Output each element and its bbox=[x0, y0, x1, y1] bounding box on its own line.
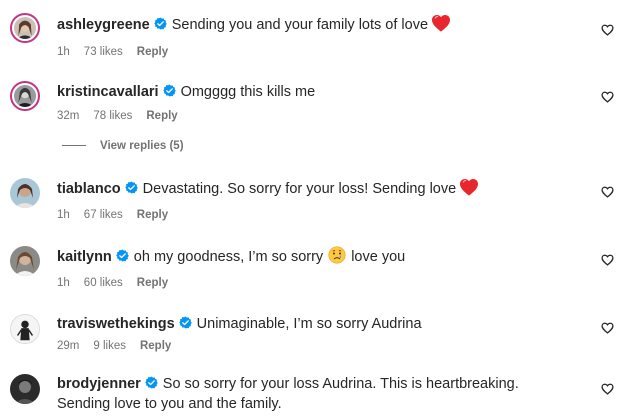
comment-text-line: tiablanco Devastating. So sorry for your … bbox=[57, 178, 594, 199]
view-replies-button[interactable]: View replies (5) bbox=[62, 140, 184, 152]
avatar[interactable] bbox=[10, 374, 40, 404]
divider bbox=[62, 145, 86, 147]
avatar[interactable] bbox=[10, 13, 40, 43]
username[interactable]: traviswethekings bbox=[57, 316, 175, 332]
avatar[interactable] bbox=[10, 314, 40, 344]
comment-text-line: brodyjenner So so sorry for your loss Aud… bbox=[57, 374, 574, 414]
reply-button[interactable]: Reply bbox=[146, 110, 177, 122]
heart-outline-icon[interactable] bbox=[601, 254, 614, 266]
comment-body: Unimaginable, I’m so sorry Audrina bbox=[196, 316, 422, 332]
timestamp: 29m bbox=[57, 340, 80, 352]
verified-badge-icon bbox=[153, 17, 167, 30]
verified-badge-icon bbox=[162, 84, 176, 97]
comment-meta: 32m 78 likes Reply bbox=[57, 109, 192, 123]
reply-button[interactable]: Reply bbox=[137, 277, 168, 289]
reply-button[interactable]: Reply bbox=[137, 46, 168, 58]
username[interactable]: kristincavallari bbox=[57, 84, 159, 100]
verified-badge-icon bbox=[116, 249, 129, 262]
timestamp: 1h bbox=[57, 209, 70, 221]
reply-button[interactable]: Reply bbox=[137, 209, 168, 221]
comment-meta: 29m 9 likes Reply bbox=[57, 339, 185, 353]
comment-body: oh my goodness, I’m so sorry bbox=[133, 249, 324, 265]
red-heart-emoji-icon bbox=[431, 14, 451, 32]
likes-count[interactable]: 60 likes bbox=[84, 277, 123, 289]
username[interactable]: tiablanco bbox=[57, 181, 121, 197]
likes-count[interactable]: 67 likes bbox=[84, 209, 123, 221]
username[interactable]: brodyjenner bbox=[57, 376, 141, 392]
crying-face-emoji-icon bbox=[327, 246, 347, 264]
verified-badge-icon bbox=[178, 316, 192, 329]
view-replies-label: View replies (5) bbox=[100, 140, 184, 152]
comment-body-continued: love you bbox=[351, 249, 406, 265]
comment-body: Omgggg this kills me bbox=[180, 84, 316, 100]
comment-text-line: kaitlynn oh my goodness, I’m so sorry love… bbox=[57, 246, 594, 267]
comment-body: Devastating. So sorry for your loss! Sen… bbox=[142, 181, 457, 197]
red-heart-emoji-icon bbox=[459, 178, 479, 196]
verified-badge-icon bbox=[145, 376, 158, 389]
heart-outline-icon[interactable] bbox=[601, 322, 614, 334]
likes-count[interactable]: 9 likes bbox=[93, 340, 126, 352]
comment-body: Sending you and your family lots of love bbox=[171, 17, 429, 33]
verified-badge-icon bbox=[124, 181, 138, 194]
heart-outline-icon[interactable] bbox=[601, 186, 614, 198]
timestamp: 1h bbox=[57, 277, 70, 289]
heart-outline-icon[interactable] bbox=[601, 24, 614, 36]
avatar[interactable] bbox=[10, 178, 40, 208]
likes-count[interactable]: 78 likes bbox=[93, 110, 132, 122]
timestamp: 32m bbox=[57, 110, 80, 122]
comment-meta: 1h 60 likes Reply bbox=[57, 276, 182, 290]
heart-outline-icon[interactable] bbox=[601, 91, 614, 103]
comment-text-line: kristincavallari Omgggg this kills me bbox=[57, 82, 594, 102]
avatar[interactable] bbox=[10, 246, 40, 276]
avatar[interactable] bbox=[10, 81, 40, 111]
timestamp: 1h bbox=[57, 46, 70, 58]
comment-meta: 1h 73 likes Reply bbox=[57, 45, 182, 59]
comment-text-line: traviswethekings Unimaginable, I’m so sor… bbox=[57, 314, 594, 334]
comment-meta: 1h 67 likes Reply bbox=[57, 208, 182, 222]
reply-button[interactable]: Reply bbox=[140, 340, 171, 352]
username[interactable]: kaitlynn bbox=[57, 249, 112, 265]
username[interactable]: ashleygreene bbox=[57, 17, 150, 33]
heart-outline-icon[interactable] bbox=[601, 383, 614, 395]
likes-count[interactable]: 73 likes bbox=[84, 46, 123, 58]
comment-text-line: ashleygreene Sending you and your family … bbox=[57, 14, 594, 35]
